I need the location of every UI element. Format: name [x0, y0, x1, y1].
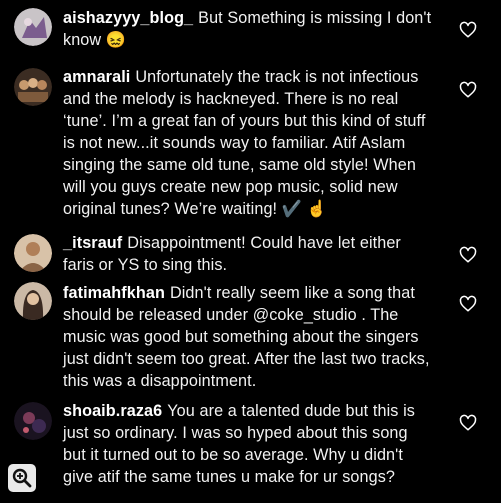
- heart-outline-icon[interactable]: [459, 81, 477, 99]
- comment-username[interactable]: amnarali: [63, 68, 130, 86]
- heart-outline-icon[interactable]: [459, 295, 477, 313]
- comment-username[interactable]: fatimahfkhan: [63, 284, 165, 302]
- comment-body: Unfortunately the track is not infectiou…: [63, 68, 426, 218]
- avatar[interactable]: [14, 234, 52, 272]
- avatar[interactable]: [14, 282, 52, 320]
- zoom-magnifier-icon[interactable]: [8, 464, 36, 492]
- comment-text: amnarali Unfortunately the track is not i…: [63, 66, 435, 220]
- comment-username[interactable]: shoaib.raza6: [63, 402, 162, 420]
- comment-text: aishazyyy_blog_ But Something is missing …: [63, 7, 435, 51]
- comment-text: _itsrauf Disappointment! Could have let e…: [63, 232, 435, 276]
- avatar[interactable]: [14, 8, 52, 46]
- heart-outline-icon[interactable]: [459, 21, 477, 39]
- comment-username[interactable]: aishazyyy_blog_: [63, 9, 193, 27]
- comment-username[interactable]: _itsrauf: [63, 234, 122, 252]
- avatar[interactable]: [14, 68, 52, 106]
- heart-outline-icon[interactable]: [459, 414, 477, 432]
- comment-text: fatimahfkhan Didn't really seem like a so…: [63, 282, 435, 392]
- comment-text: shoaib.raza6 You are a talented dude but …: [63, 400, 435, 488]
- avatar[interactable]: [14, 402, 52, 440]
- heart-outline-icon[interactable]: [459, 246, 477, 264]
